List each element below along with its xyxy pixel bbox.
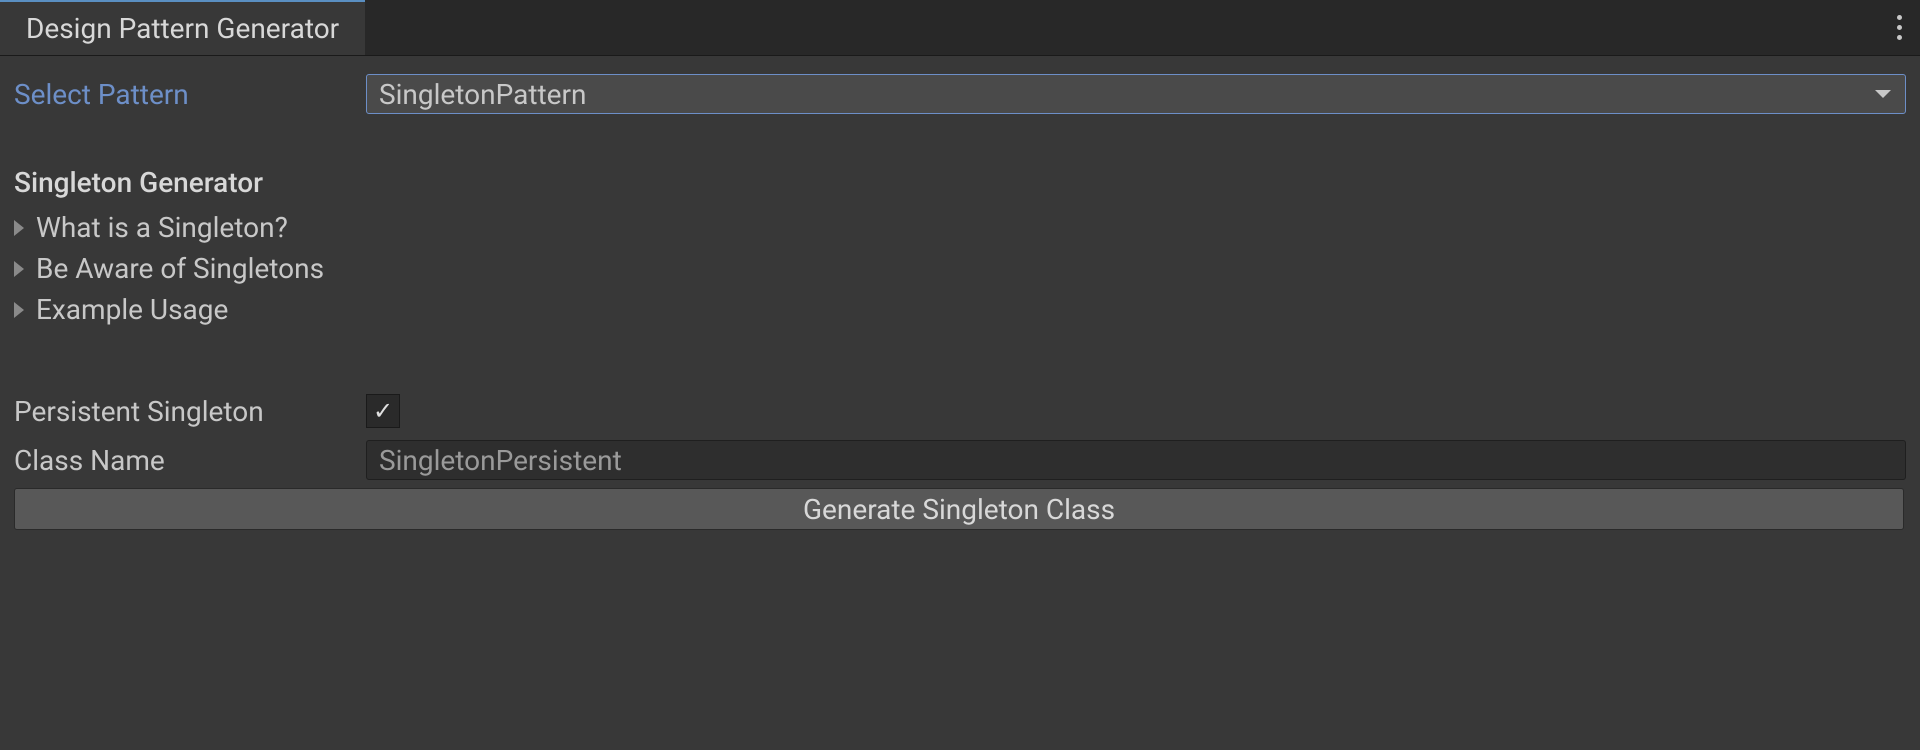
inspector-content: Select Pattern SingletonPattern Singleto…: [0, 56, 1920, 544]
section-title: Singleton Generator: [14, 166, 1906, 199]
generate-button-label: Generate Singleton Class: [803, 493, 1115, 526]
checkmark-icon: ✓: [373, 399, 393, 423]
class-name-input[interactable]: SingletonPersistent: [366, 440, 1906, 480]
editor-window: Design Pattern Generator Select Pattern …: [0, 0, 1920, 750]
foldout-example-usage[interactable]: Example Usage: [14, 289, 1906, 330]
pattern-select-value: SingletonPattern: [379, 78, 586, 111]
generate-button[interactable]: Generate Singleton Class: [14, 488, 1904, 530]
chevron-down-icon: [1875, 90, 1891, 98]
persistent-singleton-label: Persistent Singleton: [14, 395, 366, 428]
foldout-arrow-icon: [14, 302, 24, 318]
class-name-value: SingletonPersistent: [379, 444, 622, 477]
pattern-select-row: Select Pattern SingletonPattern: [14, 74, 1906, 114]
tab-title: Design Pattern Generator: [26, 12, 339, 45]
foldout-be-aware[interactable]: Be Aware of Singletons: [14, 248, 1906, 289]
pattern-select-label: Select Pattern: [14, 78, 366, 111]
kebab-icon: [1897, 13, 1902, 43]
tab-bar: Design Pattern Generator: [0, 0, 1920, 56]
foldout-label: Example Usage: [36, 293, 228, 326]
pattern-select-dropdown[interactable]: SingletonPattern: [366, 74, 1906, 114]
foldout-arrow-icon: [14, 261, 24, 277]
foldout-arrow-icon: [14, 220, 24, 236]
context-menu-button[interactable]: [1879, 0, 1920, 55]
tab-design-pattern-generator[interactable]: Design Pattern Generator: [0, 0, 365, 55]
persistent-singleton-row: Persistent Singleton ✓: [14, 394, 1906, 428]
foldout-label: Be Aware of Singletons: [36, 252, 324, 285]
persistent-singleton-checkbox[interactable]: ✓: [366, 394, 400, 428]
class-name-label: Class Name: [14, 444, 366, 477]
foldout-what-is-singleton[interactable]: What is a Singleton?: [14, 207, 1906, 248]
foldout-label: What is a Singleton?: [36, 211, 288, 244]
class-name-row: Class Name SingletonPersistent: [14, 440, 1906, 480]
